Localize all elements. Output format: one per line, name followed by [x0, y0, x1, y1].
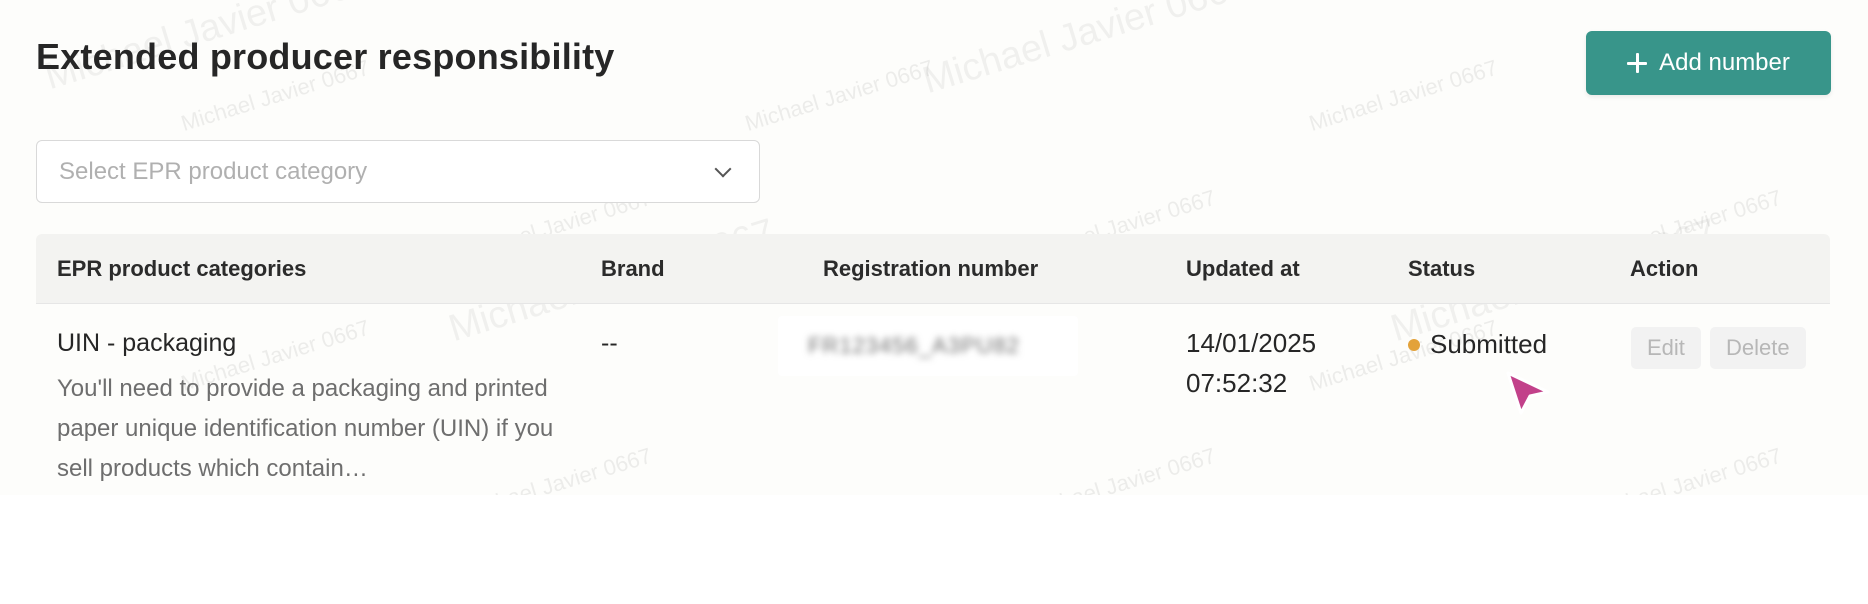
category-name: UIN - packaging [57, 329, 237, 357]
plus-icon [1627, 53, 1648, 73]
registration-number-cell: FR123456_A3PU82 [778, 316, 1078, 376]
updated-date: 14/01/2025 [1186, 328, 1317, 358]
table-header: EPR product categories Brand Registratio… [36, 234, 1830, 304]
edit-button[interactable]: Edit [1631, 327, 1701, 369]
updated-time: 07:52:32 [1186, 368, 1288, 398]
add-number-button[interactable]: Add number [1586, 31, 1831, 95]
category-description: You'll need to provide a packaging and p… [57, 375, 554, 482]
column-header-action: Action [1630, 256, 1699, 281]
column-header-categories: EPR product categories [57, 256, 307, 281]
updated-at: 14/01/2025 07:52:32 [1186, 323, 1316, 403]
add-number-label: Add number [1659, 49, 1790, 76]
registration-number: FR123456_A3PU82 [808, 333, 1020, 358]
column-header-brand: Brand [601, 256, 665, 281]
page-title: Extended producer responsibility [36, 36, 615, 77]
status-label: Submitted [1430, 329, 1548, 359]
brand-value: -- [601, 329, 618, 357]
column-header-updated-at: Updated at [1186, 256, 1300, 281]
status-dot-icon [1408, 338, 1420, 351]
status-badge: Submitted [1408, 329, 1547, 360]
table-row: UIN - packaging You'll need to provide a… [36, 304, 1830, 490]
epr-table: EPR product categories Brand Registratio… [36, 234, 1830, 490]
column-header-registration-number: Registration number [823, 256, 1039, 281]
epr-category-select[interactable]: Select EPR product category [36, 140, 760, 203]
cursor-icon [1506, 371, 1550, 415]
delete-button[interactable]: Delete [1710, 327, 1806, 369]
chevron-down-icon[interactable] [714, 160, 732, 177]
column-header-status: Status [1408, 256, 1476, 281]
epr-category-placeholder: Select EPR product category [59, 157, 368, 185]
